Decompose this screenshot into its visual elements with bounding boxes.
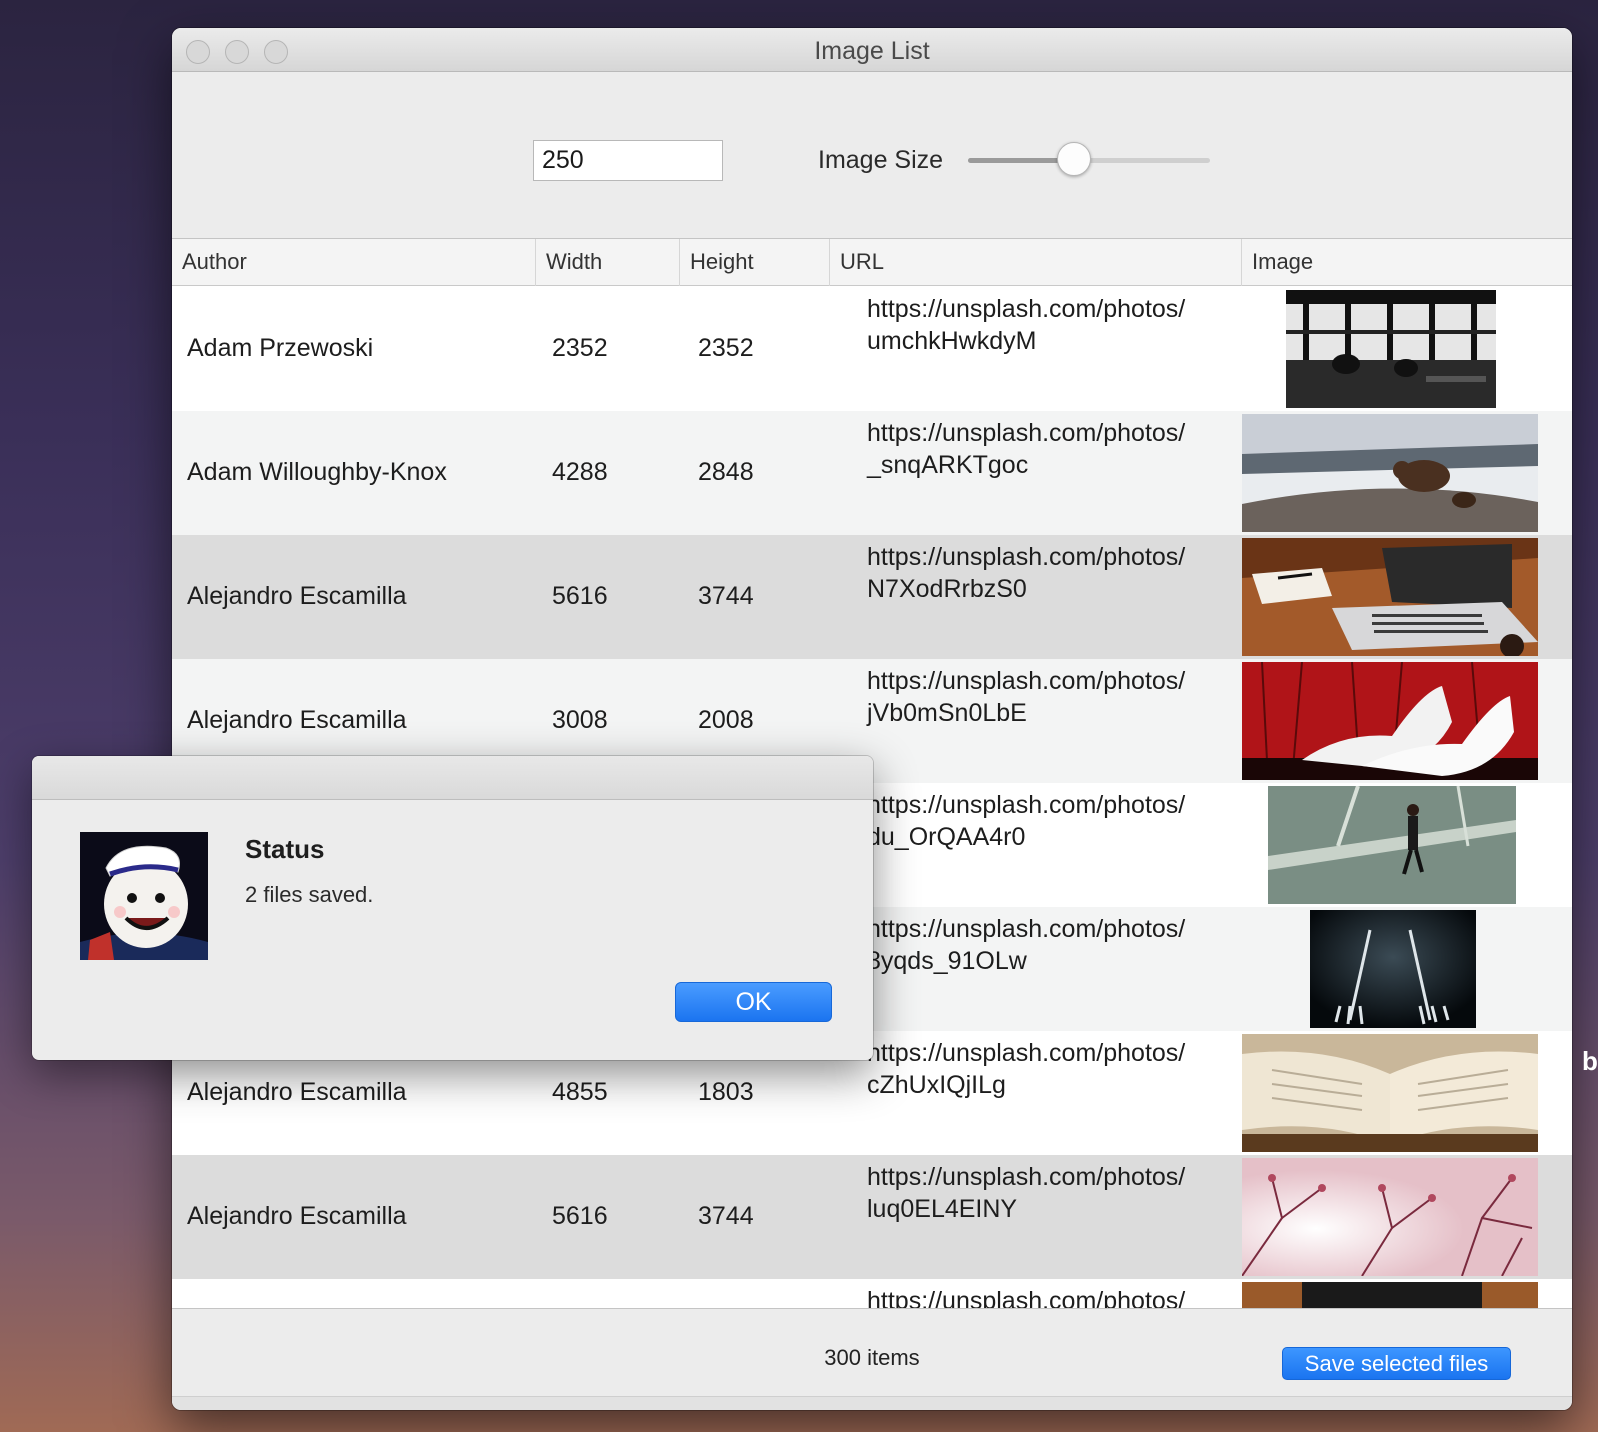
table-row[interactable]: https://unsplash.com/photos/ (172, 1279, 1572, 1308)
column-height[interactable]: Height (680, 239, 830, 286)
image-size-input[interactable] (533, 140, 723, 181)
dialog-title-bar[interactable] (32, 756, 873, 800)
table-row[interactable]: Adam Przewoski 2352 2352 https://unsplash.c… (172, 287, 1572, 411)
width-cell: 5616 (552, 1202, 608, 1230)
url-cell: https://unsplash.com/photos/ umchkHwkdyM (867, 295, 1186, 355)
author-cell: Alejandro Escamilla (187, 582, 407, 610)
column-image[interactable]: Image (1242, 239, 1572, 286)
url-cell: https://unsplash.com/photos/ luq0EL4EINY (867, 1163, 1186, 1223)
height-cell: 2848 (698, 458, 754, 486)
url-cell: https://unsplash.com/photos/ _snqARKTgoc (867, 419, 1186, 479)
height-cell: 1803 (698, 1078, 754, 1106)
dialog-message: 2 files saved. (245, 882, 374, 907)
background-edge-text: b (1582, 1046, 1598, 1076)
white-heels-photo (1242, 662, 1538, 780)
column-width[interactable]: Width (536, 239, 680, 286)
partial-photo (1242, 1282, 1538, 1308)
bw-cafe-window-photo (1286, 290, 1496, 408)
table-row[interactable]: Adam Willoughby-Knox 4288 2848 https://unsp… (172, 411, 1572, 535)
man-walking-road-photo (1268, 786, 1516, 904)
width-cell: 4855 (552, 1078, 608, 1106)
author-cell: Alejandro Escamilla (187, 1202, 407, 1230)
author-cell: Alejandro Escamilla (187, 1078, 407, 1106)
bottom-bar: 300 items Save selected files (172, 1308, 1572, 1396)
table-row[interactable]: Alejandro Escamilla 5616 3744 https://unspl… (172, 535, 1572, 659)
width-cell: 4288 (552, 458, 608, 486)
toolbar: Image Size (172, 72, 1572, 238)
save-selected-files-button[interactable]: Save selected files (1282, 1347, 1511, 1380)
stay-puft-icon (80, 832, 208, 960)
height-cell: 2352 (698, 334, 754, 362)
table-header: Author Width Height URL Image (172, 239, 1572, 286)
url-cell: https://unsplash.com/photos/ 8yqds_91OLw (867, 915, 1186, 975)
column-author[interactable]: Author (172, 239, 536, 286)
column-url[interactable]: URL (830, 239, 1242, 286)
author-cell: Adam Willoughby-Knox (187, 458, 447, 486)
ok-button[interactable]: OK (675, 982, 832, 1022)
height-cell: 3744 (698, 582, 754, 610)
slider-knob[interactable] (1057, 142, 1092, 176)
forks-dark-photo (1310, 910, 1476, 1028)
title-bar[interactable]: Image List (172, 28, 1572, 72)
status-dialog: Status 2 files saved. OK (32, 756, 873, 1060)
url-cell: https://unsplash.com/photos/ jVb0mSn0LbE (867, 667, 1186, 727)
table-row[interactable]: Alejandro Escamilla 5616 3744 https://unspl… (172, 1155, 1572, 1279)
pink-branches-photo (1242, 1158, 1538, 1276)
height-cell: 2008 (698, 706, 754, 734)
open-book-photo (1242, 1034, 1538, 1152)
author-cell: Adam Przewoski (187, 334, 374, 362)
image-list-window: Image List Image Size Author Width Heigh… (172, 28, 1572, 1410)
author-cell: Alejandro Escamilla (187, 706, 407, 734)
width-cell: 3008 (552, 706, 608, 734)
window-title: Image List (814, 37, 930, 65)
url-cell: https://unsplash.com/photos/ du_OrQAA4r0 (867, 791, 1186, 851)
status-strip (172, 1396, 1572, 1410)
width-cell: 5616 (552, 582, 608, 610)
bear-on-rocks-photo (1242, 414, 1538, 532)
url-cell: https://unsplash.com/photos/ (867, 1287, 1186, 1308)
dialog-heading: Status (245, 834, 325, 864)
laptop-desk-photo (1242, 538, 1538, 656)
url-cell: https://unsplash.com/photos/ N7XodRrbzS0 (867, 543, 1186, 603)
height-cell: 3744 (698, 1202, 754, 1230)
image-size-label: Image Size (818, 146, 944, 174)
width-cell: 2352 (552, 334, 608, 362)
url-cell: https://unsplash.com/photos/ cZhUxIQjILg (867, 1039, 1186, 1099)
